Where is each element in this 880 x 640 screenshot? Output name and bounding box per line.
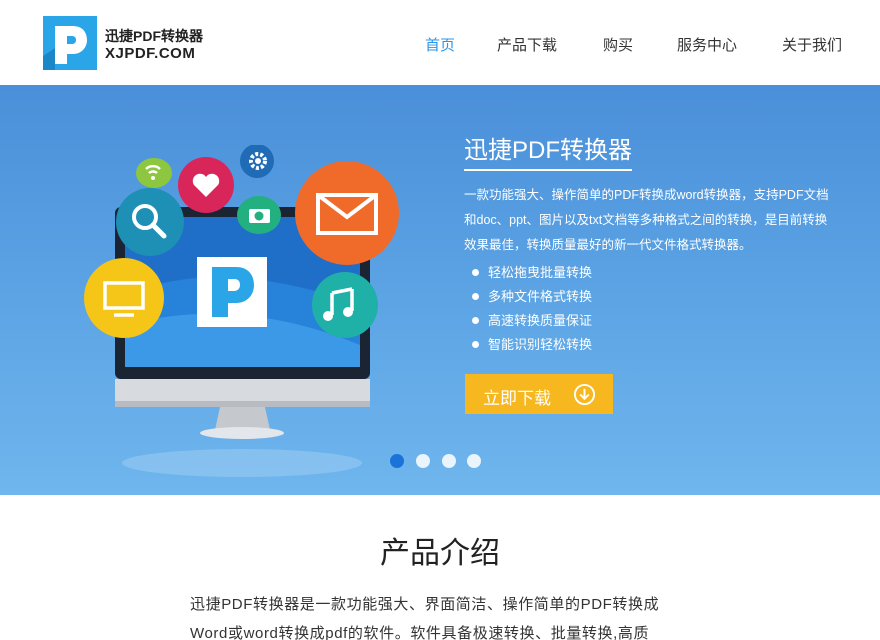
mail-bubble-icon — [295, 161, 399, 265]
feature-label: 智能识别轻松转换 — [488, 337, 593, 352]
nav-item-buy[interactable]: 购买 — [603, 34, 633, 55]
bullet-icon — [472, 341, 479, 348]
monitor-bubble-icon — [84, 258, 164, 338]
feature-label: 多种文件格式转换 — [488, 289, 593, 304]
nav-item-service[interactable]: 服务中心 — [677, 34, 737, 55]
nav-item-about[interactable]: 关于我们 — [782, 34, 842, 55]
nav-item-download[interactable]: 产品下载 — [497, 34, 557, 55]
carousel-dot-4[interactable] — [467, 454, 481, 468]
main-nav: 首页 产品下载 购买 服务中心 关于我们 — [0, 34, 880, 54]
feature-item: 轻松拖曳批量转换 — [470, 261, 592, 285]
banner-description: 一款功能强大、操作简单的PDF转换成word转换器，支持PDF文档和doc、pp… — [464, 188, 829, 252]
carousel-dot-3[interactable] — [442, 454, 456, 468]
monitor-illustration — [84, 145, 399, 477]
section-title: 产品介绍 — [380, 536, 500, 571]
download-arrow-icon — [573, 383, 596, 406]
download-now-button[interactable]: 立即下载 — [465, 374, 613, 414]
feature-list: 轻松拖曳批量转换 多种文件格式转换 高速转换质量保证 智能识别轻松转换 — [470, 261, 592, 357]
nav-item-home[interactable]: 首页 — [425, 34, 455, 55]
camera-bubble-icon — [237, 196, 281, 234]
wifi-bubble-icon — [136, 158, 172, 188]
site-header: 迅捷PDF转换器 XJPDF.COM 首页 产品下载 购买 服务中心 关于我们 — [0, 0, 880, 85]
gear-bubble-icon — [240, 145, 274, 178]
bullet-icon — [472, 293, 479, 300]
download-button-label: 立即下载 — [483, 389, 551, 408]
banner-title: 迅捷PDF转换器 — [464, 130, 632, 171]
feature-item: 高速转换质量保证 — [470, 309, 592, 333]
bullet-icon — [472, 317, 479, 324]
intro-paragraph: 迅捷PDF转换器是一款功能强大、界面简洁、操作简单的PDF转换成Word或wor… — [190, 596, 660, 640]
carousel-dot-1[interactable] — [390, 454, 404, 468]
carousel-indicators — [390, 454, 490, 469]
carousel-dot-2[interactable] — [416, 454, 430, 468]
feature-item: 多种文件格式转换 — [470, 285, 592, 309]
feature-label: 高速转换质量保证 — [488, 313, 593, 328]
heart-bubble-icon — [178, 157, 234, 213]
hero-banner: 迅捷PDF转换器 一款功能强大、操作简单的PDF转换成word转换器，支持PDF… — [0, 85, 880, 495]
feature-label: 轻松拖曳批量转换 — [488, 265, 593, 280]
feature-item: 智能识别轻松转换 — [470, 333, 592, 357]
search-bubble-icon — [116, 188, 184, 256]
bullet-icon — [472, 269, 479, 276]
music-bubble-icon — [312, 272, 378, 338]
